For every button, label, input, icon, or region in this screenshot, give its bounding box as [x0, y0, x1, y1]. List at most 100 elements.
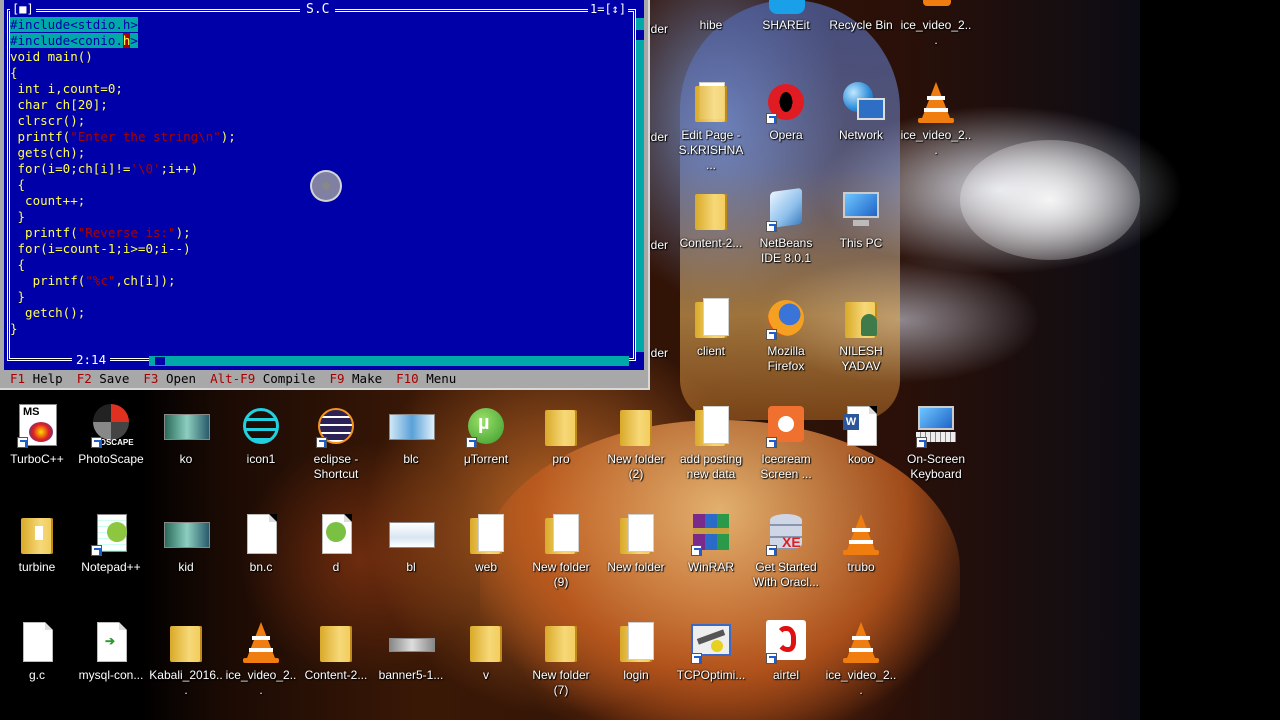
editor-area[interactable]: [■] S.C 1=[↕] #include<stdio.h> #include…: [4, 0, 644, 370]
desktop-icon-network[interactable]: Network: [824, 80, 898, 143]
desktop-icon-new-folder-9[interactable]: New folder (9): [524, 512, 598, 590]
code-line[interactable]: }: [10, 289, 26, 304]
desktop-icon-kabali[interactable]: Kabali_2016...: [149, 620, 223, 698]
desktop-icon-pro[interactable]: pro: [524, 404, 598, 467]
folder-icon: [15, 512, 59, 556]
window-number-zoom[interactable]: 1=[↕]: [588, 2, 629, 16]
desktop-icon-winrar[interactable]: WinRAR: [674, 512, 748, 575]
desktop-icon-kooo[interactable]: W kooo: [824, 404, 898, 467]
code-line[interactable]: #include<conio.h>: [10, 33, 138, 48]
code-line[interactable]: printf("%c",ch[i]);: [10, 273, 176, 288]
code-line[interactable]: for(i=count-1;i>=0;i--): [10, 241, 191, 256]
desktop-icon-web[interactable]: web: [449, 512, 523, 575]
desktop-icon-trubo[interactable]: trubo: [824, 512, 898, 575]
desktop-icon-banner5[interactable]: banner5-1...: [374, 620, 448, 683]
desktop-icon-add-posting[interactable]: add posting new data: [674, 404, 748, 482]
desktop-icon-ice-video[interactable]: ice_video_2...: [899, 0, 973, 48]
desktop-icon-content-2[interactable]: Content-2...: [674, 188, 748, 251]
desktop-icon-opera[interactable]: Opera: [749, 80, 823, 143]
desktop-icon-new-folder[interactable]: New folder: [599, 512, 673, 575]
wallpaper-glow: [960, 140, 1140, 260]
code-line[interactable]: for(i=0;ch[i]!='\0';i++): [10, 161, 199, 176]
code-line[interactable]: char ch[20];: [10, 97, 108, 112]
desktop-icon-notepadpp[interactable]: Notepad++: [74, 512, 148, 575]
turbo-c-window[interactable]: [■] S.C 1=[↕] #include<stdio.h> #include…: [0, 0, 650, 390]
desktop-icon-kid[interactable]: kid: [149, 512, 223, 575]
icon-label: PhotoScape: [78, 452, 144, 466]
source-code[interactable]: #include<stdio.h> #include<conio.h> void…: [10, 17, 236, 337]
menu-item-make[interactable]: F9 Make: [329, 371, 382, 386]
desktop-icon-photoscape[interactable]: TOSCAPE PhotoScape: [74, 404, 148, 467]
code-line[interactable]: gets(ch);: [10, 145, 86, 160]
desktop-icon-ice-video[interactable]: ice_video_2...: [899, 80, 973, 158]
desktop-icon-client[interactable]: client: [674, 296, 748, 359]
code-line[interactable]: #include<stdio.h>: [10, 17, 138, 32]
icon-label: Get Started With Oracl...: [752, 560, 819, 589]
desktop-icon-mysql-con[interactable]: ➔ mysql-con...: [74, 620, 148, 683]
icon-label: trubo: [847, 560, 875, 574]
menu-item-save[interactable]: F2 Save: [77, 371, 130, 386]
desktop-icon-content-2[interactable]: Content-2...: [299, 620, 373, 683]
desktop-icon-on-screen-keyboard[interactable]: On-Screen Keyboard: [899, 404, 973, 482]
desktop-icon-icon1[interactable]: icon1: [224, 404, 298, 467]
code-line[interactable]: printf("Reverse is:");: [10, 225, 191, 240]
netbeans-cube-icon: [764, 187, 808, 232]
desktop-icon-utorrent[interactable]: µ μTorrent: [449, 404, 523, 467]
function-key: F1: [10, 371, 33, 386]
icon-label: TurboC++: [10, 452, 64, 466]
code-line[interactable]: clrscr();: [10, 113, 86, 128]
desktop-icon-bn-c[interactable]: bn.c: [224, 512, 298, 575]
menu-item-open[interactable]: F3 Open: [143, 371, 196, 386]
desktop-icon-eclipse[interactable]: eclipse - Shortcut: [299, 404, 373, 482]
code-line[interactable]: int i,count=0;: [10, 81, 123, 96]
desktop-icon-airtel[interactable]: airtel: [749, 620, 823, 683]
code-line[interactable]: }: [10, 321, 18, 336]
menu-item-compile[interactable]: Alt-F9 Compile: [210, 371, 315, 386]
code-line[interactable]: printf("Enter the string\n");: [10, 129, 236, 144]
desktop-icon-d[interactable]: d: [299, 512, 373, 575]
menu-item-help[interactable]: F1 Help: [10, 371, 63, 386]
code-line[interactable]: {: [10, 177, 26, 192]
function-key: Alt-F9: [210, 371, 263, 386]
desktop-icon-ice-video[interactable]: ice_video_2...: [224, 620, 298, 698]
code-line[interactable]: {: [10, 65, 18, 80]
desktop-icon-this-pc[interactable]: This PC: [824, 188, 898, 251]
desktop-icon-get-started-oracle[interactable]: XE Get Started With Oracl...: [749, 512, 823, 590]
desktop-icon-recycle-bin[interactable]: Recycle Bin: [824, 0, 898, 33]
desktop-icon-new-folder-7[interactable]: New folder (7): [524, 620, 598, 698]
desktop-icon-ice-video[interactable]: ice_video_2...: [824, 620, 898, 698]
vlc-cone-icon: [923, 0, 951, 6]
window-close-box[interactable]: [■]: [10, 2, 36, 16]
code-line[interactable]: getch();: [10, 305, 85, 320]
icon-label: NetBeans IDE 8.0.1: [759, 236, 813, 265]
desktop-icon-tcpoptimizer[interactable]: TCPOptimi...: [674, 620, 748, 683]
vertical-scroll-thumb[interactable]: [636, 30, 644, 40]
code-line[interactable]: void main(): [10, 49, 93, 64]
icon-label: On-Screen Keyboard: [906, 452, 966, 481]
code-line[interactable]: count++;: [10, 193, 85, 208]
desktop-icon-ko[interactable]: ko: [149, 404, 223, 467]
desktop-icon-v[interactable]: v: [449, 620, 523, 683]
desktop-icon-turboc[interactable]: MS TurboC++: [0, 404, 74, 467]
horizontal-scroll-thumb[interactable]: [154, 356, 166, 366]
desktop-icon-icecream[interactable]: Icecream Screen ...: [749, 404, 823, 482]
desktop-icon-login[interactable]: login: [599, 620, 673, 683]
code-line[interactable]: }: [10, 209, 26, 224]
code-line[interactable]: {: [10, 257, 26, 272]
desktop-icon-nilesh-yadav[interactable]: NILESH YADAV: [824, 296, 898, 374]
desktop-icon-bl[interactable]: bl: [374, 512, 448, 575]
desktop-icon-netbeans[interactable]: NetBeans IDE 8.0.1: [749, 187, 823, 266]
desktop-icon-new-folder-2[interactable]: New folder (2): [599, 404, 673, 482]
icon-label: Kabali_2016...: [149, 668, 223, 697]
desktop-icon-blc[interactable]: blc: [374, 404, 448, 467]
desktop-icon-shareit[interactable]: SHAREit: [749, 0, 823, 33]
menu-item-menu[interactable]: F10 Menu: [396, 371, 456, 386]
desktop-icon-g-c[interactable]: g.c: [0, 620, 74, 683]
desktop-icon-hibe[interactable]: hibe: [674, 0, 748, 33]
horizontal-scrollbar[interactable]: [149, 356, 629, 366]
desktop-icon-edit-page[interactable]: Edit Page - S.KRISHNA ...: [674, 80, 748, 173]
vertical-scrollbar[interactable]: [636, 18, 644, 352]
desktop-icon-firefox[interactable]: Mozilla Firefox: [749, 296, 823, 374]
desktop-icon-turbine[interactable]: turbine: [0, 512, 74, 575]
image-thumbnail-icon: [389, 404, 435, 448]
